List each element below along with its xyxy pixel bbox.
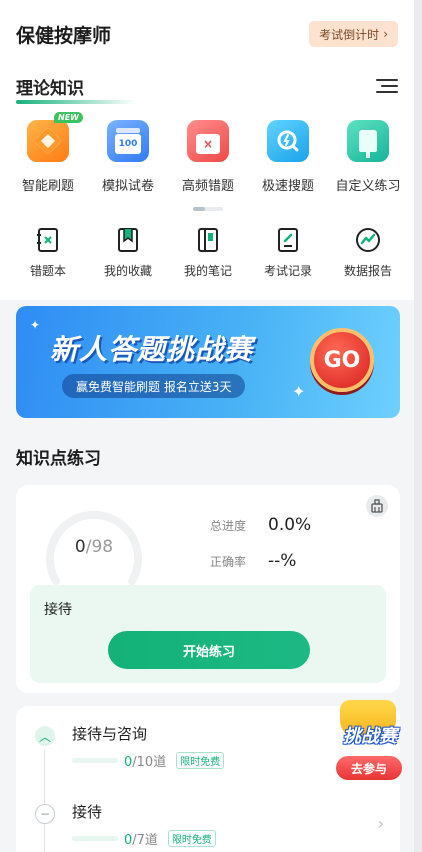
countdown-label: 考试倒计时 [319, 27, 380, 42]
chapter-progress-bar [72, 758, 118, 763]
exam-record-icon [275, 226, 301, 254]
section-title: 理论知识 [16, 74, 136, 104]
mock-exam-icon-text: 100 [115, 134, 141, 154]
feature-label: 模拟试卷 [101, 179, 154, 194]
chapter-progress: 0/7道 限时免费 [72, 829, 216, 848]
header: 保健按摩师 考试倒计时 › [16, 18, 398, 50]
tool-label: 我的笔记 [183, 264, 232, 278]
sparkle-icon: ✦ [292, 382, 306, 401]
collapsed-icon[interactable]: − [35, 804, 55, 824]
challenge-label: 挑战赛 [343, 726, 397, 747]
app-screen: 保健按摩师 考试倒计时 › 理论知识 NEW 智能刷题 100 模拟试卷 × 高… [0, 0, 414, 852]
collapse-toggle-icon[interactable]: ︿ [35, 726, 55, 746]
tool-grid: 错题本 我的收藏 我的笔记 考试记录 数据报告 [8, 226, 408, 279]
page-title: 保健按摩师 [16, 24, 112, 47]
tool-mistake-book[interactable]: 错题本 [8, 226, 88, 279]
tool-bookmarks[interactable]: 我的收藏 [88, 226, 168, 279]
feature-grid: NEW 智能刷题 100 模拟试卷 × 高频错题 极速搜题 自定义练习 [8, 112, 408, 194]
feature-frequent-mistakes[interactable]: × 高频错题 [168, 120, 248, 194]
chapter-total: /10道 [132, 755, 167, 770]
gauge-done: 0 [74, 537, 86, 557]
free-badge: 限时免费 [176, 752, 225, 769]
new-badge: NEW [54, 112, 83, 123]
tool-exam-records[interactable]: 考试记录 [248, 226, 328, 279]
feature-smart-practice[interactable]: NEW 智能刷题 [8, 112, 88, 194]
go-button[interactable]: GO [310, 328, 374, 392]
chevron-right-icon[interactable]: › [378, 814, 384, 833]
stat-accuracy: 正确率 --% [210, 551, 311, 571]
chapter-total: /7道 [132, 833, 158, 848]
start-practice-button[interactable]: 开始练习 [108, 631, 310, 669]
stat-label: 总进度 [210, 518, 247, 533]
quick-search-icon [267, 120, 309, 162]
mistake-book-icon [35, 226, 61, 254]
stat-value: --% [268, 551, 297, 571]
tool-notes[interactable]: 我的笔记 [168, 226, 248, 279]
stat-progress: 总进度 0.0% [210, 515, 311, 535]
banner-title: 新人答题挑战赛 [50, 333, 254, 366]
timeline-line [44, 750, 45, 852]
tool-label: 数据报告 [343, 264, 392, 278]
current-point-name: 接待 [44, 602, 72, 618]
join-button[interactable]: 去参与 [336, 756, 402, 780]
knowledge-card: 0/98 总进度 0.0% 正确率 --% 接待 开始练习 [16, 485, 400, 693]
notes-icon [195, 226, 221, 254]
chapter-progress: 0/10道 限时免费 [72, 751, 225, 770]
chapter-name: 接待与咨询 [72, 725, 148, 743]
knowledge-section-title: 知识点练习 [16, 449, 101, 469]
tool-label: 错题本 [29, 264, 66, 278]
smart-practice-icon: NEW [27, 112, 83, 162]
feature-label: 高频错题 [181, 179, 234, 194]
gauge-value: 0/98 [42, 537, 146, 557]
frequent-mistakes-icon-text: × [196, 134, 220, 154]
mock-exam-icon: 100 [107, 120, 149, 162]
chapter-progress-bar [72, 836, 118, 841]
tool-data-report[interactable]: 数据报告 [328, 226, 408, 279]
feature-quick-search[interactable]: 极速搜题 [248, 120, 328, 194]
chapter-name: 接待 [72, 803, 103, 821]
feature-custom-practice[interactable]: 自定义练习 [328, 120, 408, 194]
section-title-underline [16, 99, 136, 104]
feature-label: 极速搜题 [261, 179, 314, 194]
banner-subtitle: 赢免费智能刷题 报名立送3天 [62, 374, 246, 398]
challenge-float-widget[interactable]: 挑战赛 去参与 [330, 700, 410, 790]
scrollbar[interactable] [414, 0, 422, 852]
chevron-right-icon: › [383, 27, 388, 41]
section-header: 理论知识 [16, 70, 398, 104]
tool-label: 考试记录 [263, 264, 312, 278]
feature-label: 自定义练习 [335, 179, 401, 194]
clean-icon[interactable] [366, 495, 388, 517]
stat-value: 0.0% [268, 515, 312, 535]
exam-countdown-button[interactable]: 考试倒计时 › [309, 21, 398, 47]
stats-block: 总进度 0.0% 正确率 --% [210, 515, 311, 587]
feature-mock-exam[interactable]: 100 模拟试卷 [88, 120, 168, 194]
section-title-text: 理论知识 [16, 78, 84, 99]
challenge-banner[interactable]: ✦ ✦ 新人答题挑战赛 赢免费智能刷题 报名立送3天 GO [16, 306, 400, 418]
sparkle-icon: ✦ [30, 318, 41, 332]
free-badge: 限时免费 [167, 830, 216, 847]
current-point-panel: 接待 开始练习 [30, 585, 386, 683]
custom-practice-icon [347, 120, 389, 162]
frequent-mistakes-icon: × [187, 120, 229, 162]
feature-label: 智能刷题 [21, 179, 74, 194]
page-indicator [193, 207, 223, 211]
gauge-total: 98 [91, 537, 114, 557]
bookmark-icon [115, 226, 141, 254]
data-report-icon [355, 226, 381, 254]
list-menu-icon[interactable] [376, 77, 398, 95]
stat-label: 正确率 [210, 554, 247, 569]
tool-label: 我的收藏 [103, 264, 152, 278]
